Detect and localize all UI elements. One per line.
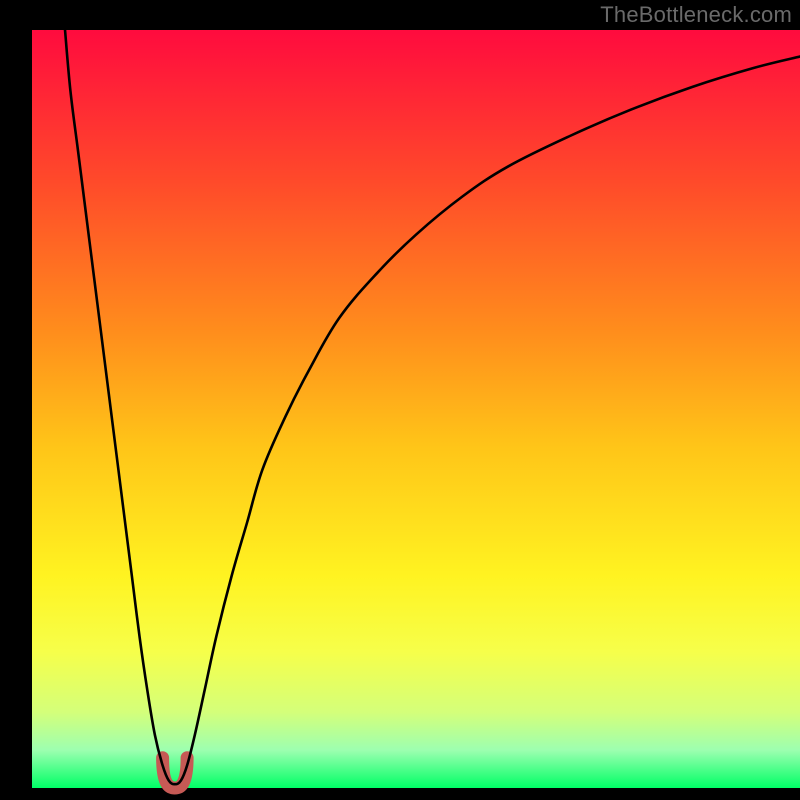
attribution-label: TheBottleneck.com [600,2,792,28]
plot-area [32,30,800,788]
bottleneck-chart [0,0,800,800]
chart-frame: TheBottleneck.com [0,0,800,800]
